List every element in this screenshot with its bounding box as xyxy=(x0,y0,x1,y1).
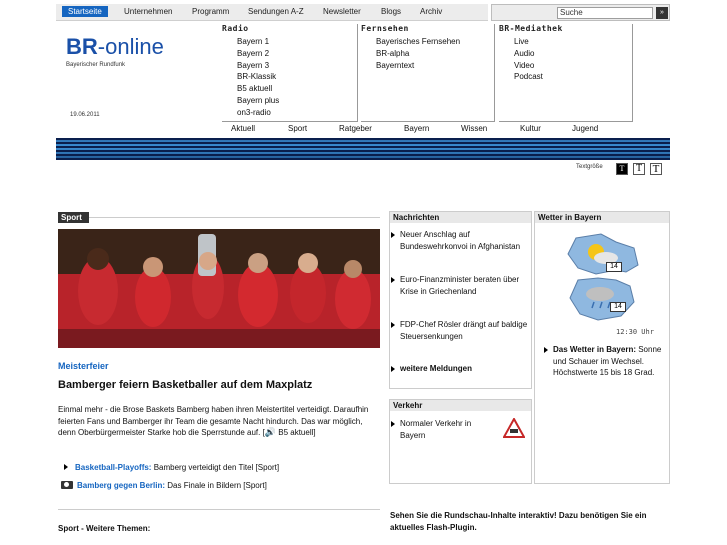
subnav-kultur[interactable]: Kultur xyxy=(520,124,541,133)
subnav-sport[interactable]: Sport xyxy=(288,124,307,133)
current-date: 19.06.2011 xyxy=(70,112,100,118)
nav-blogs[interactable]: Blogs xyxy=(381,7,401,16)
textsize-large-button[interactable]: T xyxy=(650,163,662,175)
audio-icon[interactable]: 🔊 xyxy=(265,427,276,437)
mediathek-menu: BR-Mediathek Live Audio Video Podcast xyxy=(499,24,633,122)
gallery-link-title[interactable]: Bamberg gegen Berlin: xyxy=(77,481,165,490)
radio-link[interactable]: Bayern 1 xyxy=(237,36,279,48)
fernsehen-menu: Fernsehen Bayerisches Fernsehen BR-alpha… xyxy=(361,24,495,122)
top-navigation: Startseite Unternehmen Programm Sendunge… xyxy=(56,4,488,21)
story-kicker[interactable]: Meisterfeier xyxy=(58,361,109,371)
gallery-link-text[interactable]: Das Finale in Bildern [Sport] xyxy=(165,481,267,490)
traffic-warning-icon xyxy=(502,416,526,440)
nachrichten-header: Nachrichten xyxy=(390,212,531,223)
logo-online: -online xyxy=(97,34,164,59)
wetter-item[interactable]: Das Wetter in Bayern: Sonne und Schauer … xyxy=(544,344,669,379)
subnav-ratgeber[interactable]: Ratgeber xyxy=(339,124,372,133)
temp-north: 14 xyxy=(606,262,622,272)
section-divider xyxy=(89,217,380,218)
mediathek-link[interactable]: Audio xyxy=(514,48,543,60)
search-go-button[interactable]: » xyxy=(656,7,668,19)
logo-subtitle: Bayerischer Rundfunk xyxy=(66,62,126,68)
gallery-link[interactable]: Bamberg gegen Berlin: Das Finale in Bild… xyxy=(61,481,267,490)
related-link[interactable]: Basketball-Playoffs: Bamberg verteidigt … xyxy=(64,463,279,472)
related-link-title[interactable]: Basketball-Playoffs: xyxy=(75,463,151,472)
radio-link[interactable]: on3-radio xyxy=(237,107,279,119)
camera-icon xyxy=(61,481,73,489)
story-body: Einmal mehr - die Brose Baskets Bamberg … xyxy=(58,404,380,439)
photo-illustration xyxy=(58,229,380,348)
search-area: Suche » xyxy=(491,4,670,21)
bullet-arrow-icon xyxy=(544,347,548,353)
logo-br: BR xyxy=(66,34,98,59)
story-text: Einmal mehr - die Brose Baskets Bamberg … xyxy=(58,405,369,437)
nav-startseite[interactable]: Startseite xyxy=(62,6,108,17)
related-link-text[interactable]: Bamberg verteidigt den Titel [Sport] xyxy=(151,463,279,472)
br-online-logo[interactable]: BR-online xyxy=(66,34,164,60)
bullet-arrow-icon xyxy=(391,232,395,238)
radio-heading: Radio xyxy=(222,24,249,33)
verkehr-item[interactable]: Normaler Verkehr in Bayern xyxy=(391,418,490,441)
weather-map[interactable]: 14 14 xyxy=(556,230,656,327)
nav-unternehmen[interactable]: Unternehmen xyxy=(124,7,172,16)
section-sport-header: Sport xyxy=(58,212,89,223)
fernsehen-link[interactable]: BR-alpha xyxy=(376,48,460,60)
temp-south: 14 xyxy=(610,302,626,312)
radio-link[interactable]: BR-Klassik xyxy=(237,71,279,83)
mediathek-link[interactable]: Podcast xyxy=(514,71,543,83)
sub-navigation: Aktuell Sport Ratgeber Bayern Wissen Kul… xyxy=(222,123,670,135)
bullet-arrow-icon xyxy=(391,421,395,427)
nav-programm[interactable]: Programm xyxy=(192,7,229,16)
mediathek-heading: BR-Mediathek xyxy=(499,24,563,33)
audio-source[interactable]: B5 aktuell] xyxy=(278,428,315,437)
nav-archiv[interactable]: Archiv xyxy=(420,7,442,16)
wetter-header: Wetter in Bayern xyxy=(535,212,669,223)
radio-menu: Radio Bayern 1 Bayern 2 Bayern 3 BR-Klas… xyxy=(222,24,358,122)
textsize-label: Textgröße xyxy=(576,164,603,170)
nav-newsletter[interactable]: Newsletter xyxy=(323,7,361,16)
fernsehen-link[interactable]: Bayerntext xyxy=(376,60,460,72)
news-item[interactable]: Neuer Anschlag auf Bundeswehrkonvoi in A… xyxy=(391,229,530,252)
mediathek-link[interactable]: Video xyxy=(514,60,543,72)
subnav-jugend[interactable]: Jugend xyxy=(572,124,598,133)
radio-link[interactable]: B5 aktuell xyxy=(237,83,279,95)
subnav-aktuell[interactable]: Aktuell xyxy=(231,124,255,133)
radio-link[interactable]: Bayern plus xyxy=(237,95,279,107)
header-stripe-banner xyxy=(56,138,670,160)
bullet-arrow-icon xyxy=(64,464,68,470)
weather-time: 12:30 Uhr xyxy=(616,328,654,336)
bullet-arrow-icon xyxy=(391,322,395,328)
fernsehen-heading: Fernsehen xyxy=(361,24,409,33)
news-item[interactable]: Euro-Finanzminister beraten über Krise i… xyxy=(391,274,530,297)
news-item[interactable]: FDP-Chef Rösler drängt auf baldige Steue… xyxy=(391,319,530,342)
team-celebration-photo[interactable] xyxy=(58,229,380,348)
news-more-link[interactable]: weitere Meldungen xyxy=(391,363,530,375)
subnav-bayern[interactable]: Bayern xyxy=(404,124,429,133)
textsize-medium-button[interactable]: T xyxy=(633,163,645,175)
flash-plugin-notice: Sehen Sie die Rundschau-Inhalte interakt… xyxy=(390,511,647,532)
more-themes-heading: Sport - Weitere Themen: xyxy=(58,524,151,533)
fernsehen-link[interactable]: Bayerisches Fernsehen xyxy=(376,36,460,48)
radio-link[interactable]: Bayern 3 xyxy=(237,60,279,72)
nav-sendungen[interactable]: Sendungen A-Z xyxy=(248,7,304,16)
bullet-arrow-icon xyxy=(391,277,395,283)
verkehr-header: Verkehr xyxy=(390,400,531,411)
more-divider xyxy=(58,509,380,510)
bullet-arrow-icon xyxy=(391,366,395,372)
subnav-wissen[interactable]: Wissen xyxy=(461,124,487,133)
search-input[interactable]: Suche xyxy=(557,7,653,19)
verkehr-box xyxy=(389,399,532,484)
radio-link[interactable]: Bayern 2 xyxy=(237,48,279,60)
mediathek-link[interactable]: Live xyxy=(514,36,543,48)
story-headline[interactable]: Bamberger feiern Basketballer auf dem Ma… xyxy=(58,379,312,391)
textsize-small-button[interactable]: T xyxy=(616,163,628,175)
